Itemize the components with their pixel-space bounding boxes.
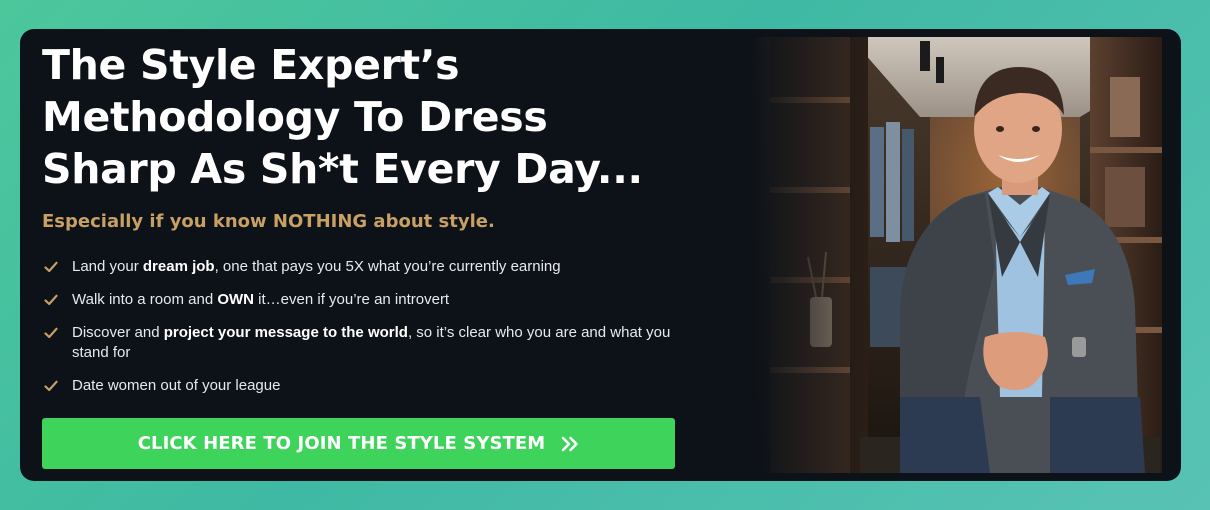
benefit-emphasis: OWN <box>217 291 255 308</box>
benefit-item: Discover and project your message to the… <box>42 323 692 363</box>
check-icon <box>44 327 58 339</box>
benefit-emphasis: project your message to the world <box>163 324 408 341</box>
headline-line-1: The Style Expert’s <box>42 41 460 89</box>
benefit-item: Walk into a room and OWN it…even if you’… <box>42 290 692 310</box>
benefit-text: Land your <box>72 258 143 275</box>
check-icon <box>44 261 58 273</box>
benefit-item: Land your dream job, one that pays you 5… <box>42 257 692 277</box>
headline: The Style Expert’s Methodology To Dress … <box>42 39 722 195</box>
subheadline: Especially if you know NOTHING about sty… <box>42 211 495 232</box>
double-chevron-right-icon <box>562 436 579 451</box>
check-icon <box>44 380 58 392</box>
headline-line-2: Methodology To Dress <box>42 93 548 141</box>
hero-photo <box>750 37 1162 473</box>
benefit-text: , one that pays you 5X what you’re curre… <box>214 258 561 275</box>
benefit-text: Date women out of your league <box>72 377 281 394</box>
benefits-list: Land your dream job, one that pays you 5… <box>42 257 692 409</box>
man-in-closet-illustration <box>750 37 1162 473</box>
headline-line-3: Sharp As Sh*t Every Day... <box>42 145 643 193</box>
promo-card: The Style Expert’s Methodology To Dress … <box>20 29 1181 481</box>
benefit-text: Discover and <box>72 324 164 341</box>
cta-label: CLICK HERE TO JOIN THE STYLE SYSTEM <box>137 433 546 454</box>
benefit-text: Walk into a room and <box>72 291 218 308</box>
benefit-emphasis: dream job <box>142 258 215 275</box>
join-style-system-button[interactable]: CLICK HERE TO JOIN THE STYLE SYSTEM <box>42 418 675 469</box>
check-icon <box>44 294 58 306</box>
benefit-item: Date women out of your league <box>42 376 692 396</box>
benefit-text: it…even if you’re an introvert <box>254 291 450 308</box>
